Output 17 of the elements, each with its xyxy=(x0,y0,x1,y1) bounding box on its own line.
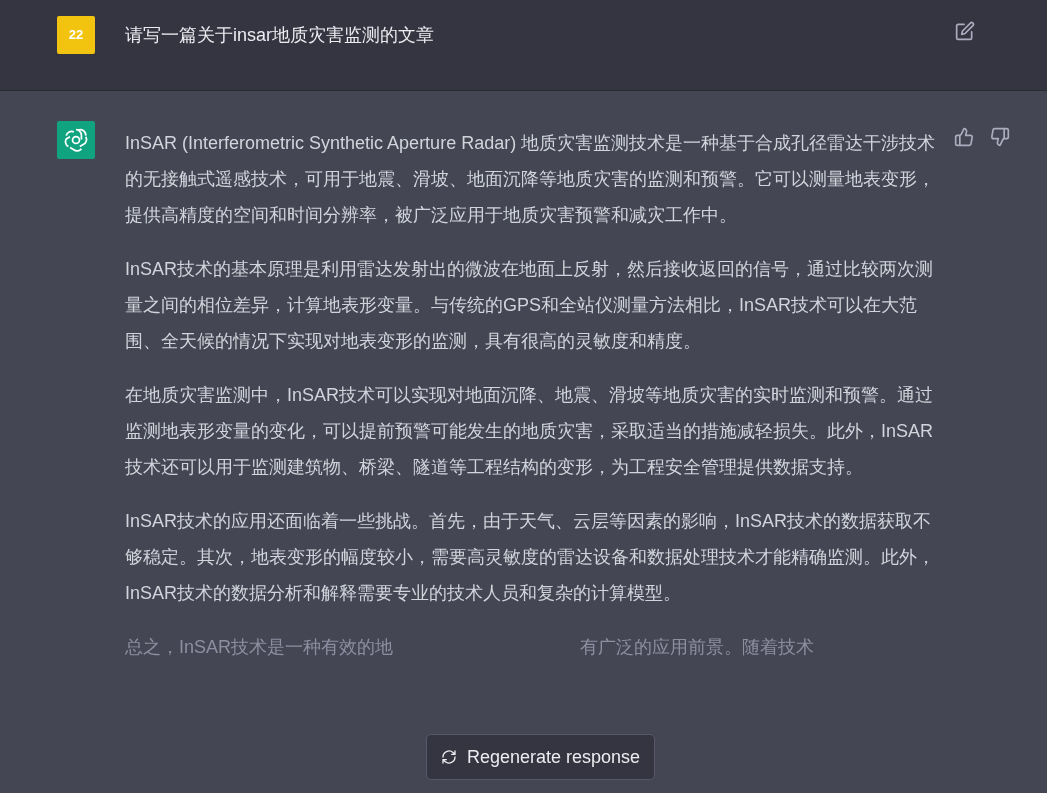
regenerate-button[interactable]: Regenerate response xyxy=(426,734,656,780)
thumbs-down-icon xyxy=(990,127,1010,147)
response-paragraph: InSAR (Interferometric Synthetic Aperture Radar) 地质灾害监测技术是一种基于合成孔径雷达干涉技术的无接触式遥感技术，可用于地震、滑坡、地面沉降等地质灾害的监测和预警。它可以测量地表变形，提供高精度的空间和时间分辨率，被广泛应用于地质灾害预警和减灾工作中。 xyxy=(125,132,937,227)
faded-text: 有广泛的应用前景。随着技术 xyxy=(580,636,815,659)
thumbs-up-icon xyxy=(954,127,974,147)
edit-button[interactable] xyxy=(955,21,975,41)
response-paragraph: 在地质灾害监测中，InSAR技术可以实现对地面沉降、地震、滑坡等地质灾害的实时监测和预警。通过监测地表形变量的变化，可以提前预警可能发生的地质灾害，采取适当的措施减轻损失。此外，InSAR技术还可以用于监测建筑物、桥梁、隧道等工程结构的变形，为工程安全管理提供数据支持。 xyxy=(125,384,935,479)
edit-icon xyxy=(955,21,975,41)
thumbs-down-button[interactable] xyxy=(990,127,1010,147)
thumbs-up-button[interactable] xyxy=(954,127,974,147)
response-paragraph: InSAR技术的基本原理是利用雷达发射出的微波在地面上反射，然后接收返回的信号，通过比较两次测量之间的相位差异，计算地表形变量。与传统的GPS和全站仪测量方法相比，InSAR技术可以在大范围、全天候的情况下实现对地表变形的监测，具有很高的灵敏度和精度。 xyxy=(125,258,935,353)
knot-logo-icon xyxy=(63,127,89,153)
user-message: 请写一篇关于insar地质灾害监测的文章 xyxy=(125,24,435,47)
faded-text: 总之，InSAR技术是一种有效的地 xyxy=(125,636,394,659)
response-paragraph: InSAR技术的应用还面临着一些挑战。首先，由于天气、云层等因素的影响，InSAR技术的数据获取不够稳定。其次，地表变形的幅度较小，需要高灵敏度的雷达设备和数据处理技术才能精确监测。此外，InSAR技术的数据分析和解释需要专业的技术人员和复杂的计算模型。 xyxy=(125,510,936,605)
user-avatar: 22 xyxy=(57,16,95,54)
refresh-icon xyxy=(441,749,457,765)
